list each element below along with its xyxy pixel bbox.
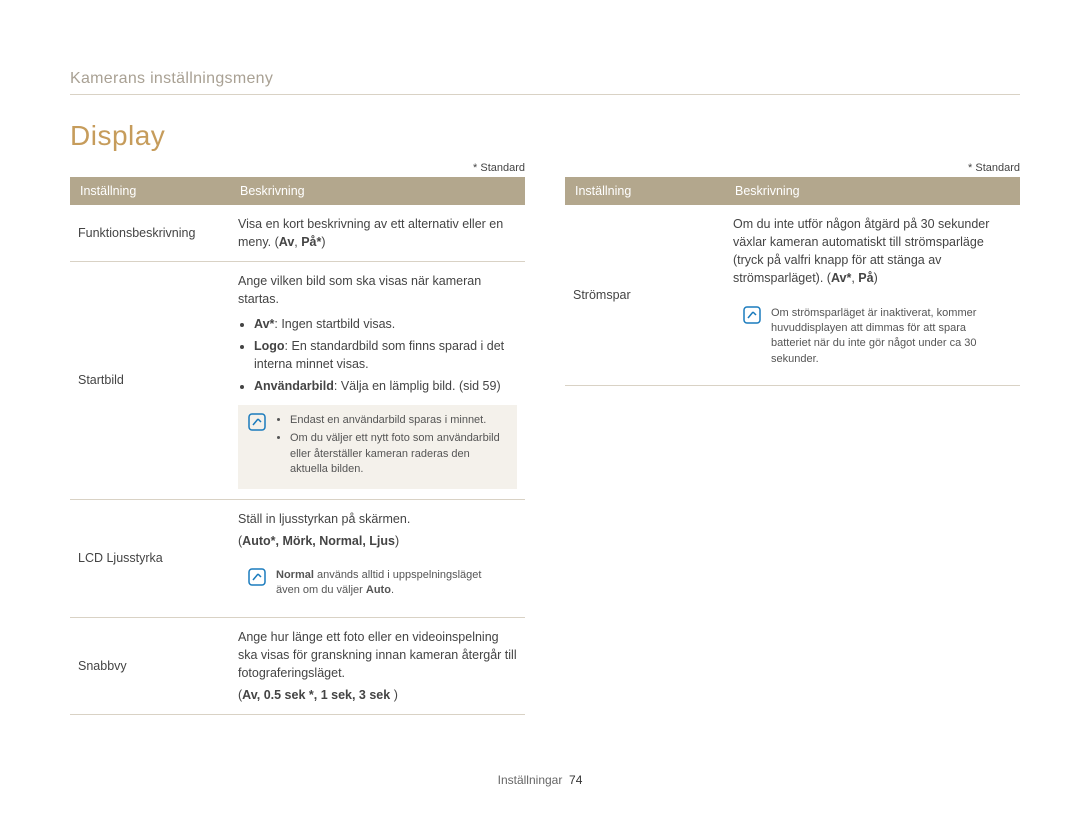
settings-table-right: Inställning Beskrivning Strömspar Om du … (565, 177, 1020, 386)
right-column: * Standard Inställning Beskrivning Ström… (565, 162, 1020, 715)
note-icon (743, 306, 761, 324)
setting-desc: Om du inte utför någon åtgärd på 30 seku… (725, 205, 1020, 386)
close: ) (321, 235, 325, 249)
options-line: (Av, 0.5 sek *, 1 sek, 3 sek ) (238, 686, 517, 704)
page-footer: Inställningar 74 (0, 773, 1080, 787)
list-item: Användarbild: Välja en lämplig bild. (si… (254, 377, 517, 395)
standard-marker: * Standard (565, 162, 1020, 174)
desc-text: Ange vilken bild som ska visas när kamer… (238, 274, 481, 306)
note-bold: Normal (276, 569, 314, 581)
setting-label: Strömspar (565, 205, 725, 386)
setting-desc: Ange vilken bild som ska visas när kamer… (230, 262, 525, 499)
note-item: Endast en användarbild sparas i minnet. (290, 413, 507, 428)
list-item: Logo: En standardbild som finns sparad i… (254, 337, 517, 373)
list-item: Av*: Ingen startbild visas. (254, 315, 517, 333)
settings-table-left: Inställning Beskrivning Funktionsbeskriv… (70, 177, 525, 715)
note-body: Normal används alltid i uppspelningsläge… (276, 568, 507, 599)
left-column: * Standard Inställning Beskrivning Funkt… (70, 162, 525, 715)
content-columns: * Standard Inställning Beskrivning Funkt… (70, 162, 1020, 715)
option-list: Av*: Ingen startbild visas. Logo: En sta… (238, 315, 517, 396)
page-number: 74 (569, 773, 582, 787)
desc-text: Ställ in ljusstyrkan på skärmen. (238, 512, 410, 526)
opts: Auto*, Mörk, Normal, Ljus (242, 534, 395, 548)
paren: ) (395, 534, 399, 548)
note-block: Normal används alltid i uppspelningsläge… (238, 560, 517, 607)
opt: Av (279, 235, 295, 249)
th-desc: Beskrivning (230, 177, 525, 205)
note-block: Om strömsparläget är inaktiverat, kommer… (733, 298, 1012, 376)
note-body: Endast en användarbild sparas i minnet. … (276, 413, 507, 481)
opt-name: Av* (254, 317, 274, 331)
setting-label: Snabbvy (70, 617, 230, 715)
desc-text: Ange hur länge ett foto eller en videoin… (238, 630, 517, 680)
setting-desc: Ställ in ljusstyrkan på skärmen. (Auto*,… (230, 499, 525, 617)
note-text: Om strömsparläget är inaktiverat, kommer… (771, 307, 976, 365)
setting-label: Funktionsbeskrivning (70, 205, 230, 262)
opt-rest: : En standardbild som finns sparad i det… (254, 339, 504, 371)
opts: Av, 0.5 sek *, 1 sek, 3 sek (242, 688, 394, 702)
th-setting: Inställning (70, 177, 230, 205)
opt-rest: : Ingen startbild visas. (274, 317, 395, 331)
opt: Av* (831, 271, 851, 285)
table-row: Strömspar Om du inte utför någon åtgärd … (565, 205, 1020, 386)
th-desc: Beskrivning (725, 177, 1020, 205)
setting-desc: Visa en kort beskrivning av ett alternat… (230, 205, 525, 262)
options-line: (Auto*, Mörk, Normal, Ljus) (238, 532, 517, 550)
note-block: Endast en användarbild sparas i minnet. … (238, 405, 517, 489)
table-row: Funktionsbeskrivning Visa en kort beskri… (70, 205, 525, 262)
paren: ) (394, 688, 398, 702)
note-end: . (391, 584, 394, 596)
setting-label: LCD Ljusstyrka (70, 499, 230, 617)
note-bold2: Auto (366, 584, 391, 596)
footer-label: Inställningar (498, 773, 563, 787)
table-row: LCD Ljusstyrka Ställ in ljusstyrkan på s… (70, 499, 525, 617)
note-body: Om strömsparläget är inaktiverat, kommer… (771, 306, 1002, 368)
th-setting: Inställning (565, 177, 725, 205)
note-item: Om du väljer ett nytt foto som användarb… (290, 431, 507, 477)
page-header: Kamerans inställningsmeny (70, 70, 1020, 95)
note-icon (248, 413, 266, 431)
opt-rest: : Välja en lämplig bild. (sid 59) (334, 379, 501, 393)
opt-name: Användarbild (254, 379, 334, 393)
setting-desc: Ange hur länge ett foto eller en videoin… (230, 617, 525, 715)
standard-marker: * Standard (70, 162, 525, 174)
table-row: Snabbvy Ange hur länge ett foto eller en… (70, 617, 525, 715)
opt: På* (301, 235, 321, 249)
breadcrumb: Kamerans inställningsmeny (70, 70, 273, 87)
note-icon (248, 568, 266, 586)
table-row: Startbild Ange vilken bild som ska visas… (70, 262, 525, 499)
close: ) (874, 271, 878, 285)
opt-name: Logo (254, 339, 285, 353)
opt: På (858, 271, 873, 285)
setting-label: Startbild (70, 262, 230, 499)
page-title: Display (70, 120, 1020, 152)
